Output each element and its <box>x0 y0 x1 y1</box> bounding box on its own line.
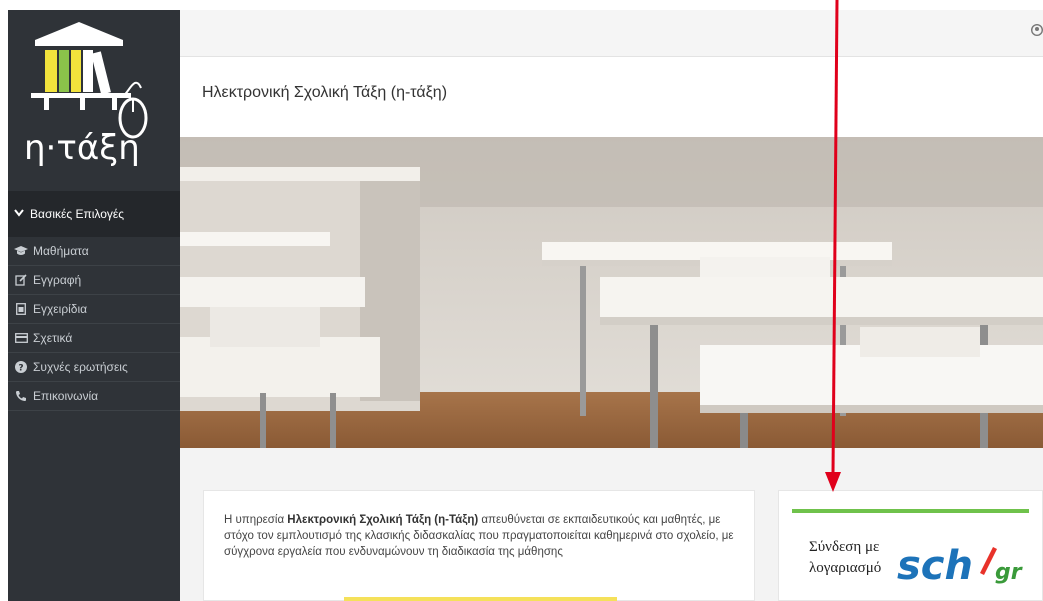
sidebar-item-courses[interactable]: Μαθήματα <box>8 237 180 266</box>
sch-logo-text: sch <box>897 543 973 587</box>
logo-text: η·τάξη <box>24 128 140 168</box>
login-card: Σύνδεση με λογαριασμό sch gr <box>778 490 1043 601</box>
hero-classroom-image <box>180 137 1043 448</box>
sidebar-item-label: Σχετικά <box>33 331 73 345</box>
sidebar: η·τάξη Βασικές Επιλογές Μαθήματα Εγγραφή… <box>8 10 180 601</box>
sidebar-header-label: Βασικές Επιλογές <box>30 207 125 221</box>
phone-icon <box>14 390 28 402</box>
login-with-account-label: Σύνδεση με λογαριασμό <box>809 539 882 576</box>
edit-icon <box>14 274 28 286</box>
sidebar-header-basic-options[interactable]: Βασικές Επιλογές <box>8 191 180 237</box>
sidebar-item-manuals[interactable]: Εγχειρίδια <box>8 295 180 324</box>
sidebar-item-faq[interactable]: ? Συχνές ερωτήσεις <box>8 353 180 382</box>
sidebar-item-label: Εγχειρίδια <box>33 302 88 316</box>
description-prefix: Η υπηρεσία <box>224 514 288 526</box>
yellow-accent-bar <box>344 597 617 601</box>
sch-gr-login-button[interactable]: sch gr <box>897 541 1037 587</box>
sidebar-item-label: Επικοινωνία <box>33 389 99 403</box>
site-logo[interactable]: η·τάξη <box>8 10 180 188</box>
chevron-down-icon <box>14 208 24 220</box>
green-accent-bar <box>792 509 1029 513</box>
page-title: Ηλεκτρονική Σχολική Τάξη (η-τάξη) <box>202 84 448 101</box>
classroom-illustration <box>180 137 1043 448</box>
sidebar-item-label: Συχνές ερωτήσεις <box>33 360 128 374</box>
top-bar <box>180 10 1043 57</box>
sch-logo-suffix: gr <box>995 560 1023 585</box>
svg-text:?: ? <box>18 364 23 374</box>
sidebar-item-about[interactable]: Σχετικά <box>8 324 180 353</box>
user-icon[interactable] <box>1031 24 1043 39</box>
sidebar-menu: Μαθήματα Εγγραφή Εγχειρίδια Σχετικά ? Συ… <box>8 237 180 411</box>
info-card: Η υπηρεσία Ηλεκτρονική Σχολική Τάξη (η-Τ… <box>203 490 755 601</box>
sidebar-item-label: Εγγραφή <box>33 273 82 287</box>
service-description: Η υπηρεσία Ηλεκτρονική Σχολική Τάξη (η-Τ… <box>224 512 744 560</box>
description-service-name: Ηλεκτρονική Σχολική Τάξη (η-Τάξη) <box>287 514 479 526</box>
file-icon <box>14 303 28 315</box>
sidebar-item-register[interactable]: Εγγραφή <box>8 266 180 295</box>
sidebar-item-label: Μαθήματα <box>33 244 89 258</box>
card-icon <box>14 333 28 343</box>
sidebar-item-contact[interactable]: Επικοινωνία <box>8 382 180 411</box>
question-circle-icon: ? <box>14 361 28 373</box>
graduation-cap-icon <box>14 246 28 256</box>
